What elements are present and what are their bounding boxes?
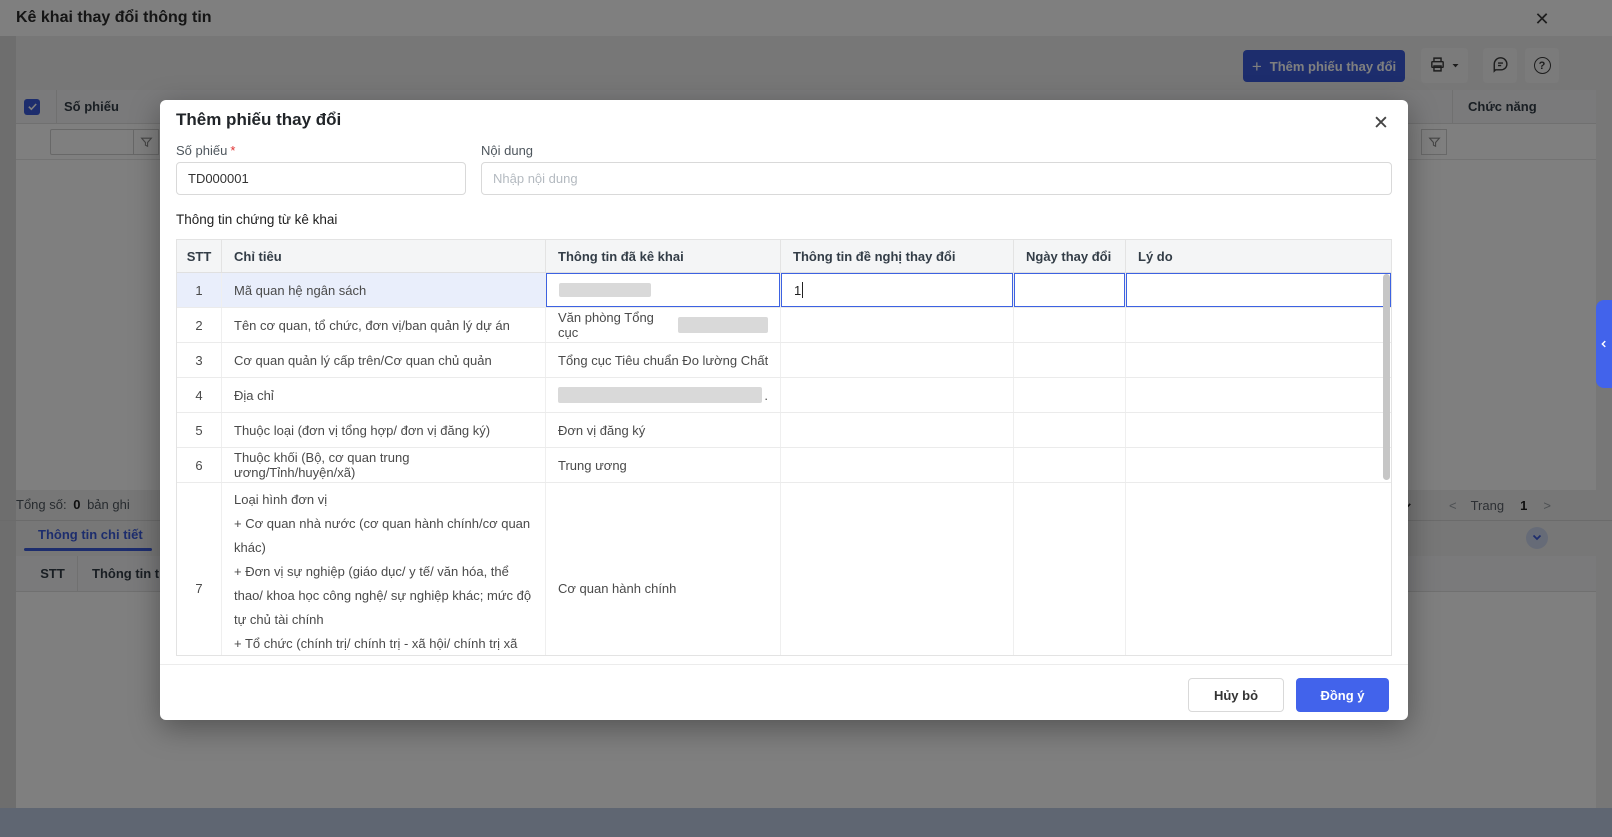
so-phieu-input[interactable] xyxy=(176,162,466,195)
header-de-nghi-thay-doi: Thông tin đề nghị thay đổi xyxy=(781,240,1014,272)
row-label: Mã quan hệ ngân sách xyxy=(222,273,546,307)
table-row: 2 Tên cơ quan, tổ chức, đơn vị/ban quản … xyxy=(177,308,1391,343)
row-stt: 3 xyxy=(177,343,222,377)
expand-side-panel-button[interactable] xyxy=(1596,300,1612,388)
reason-cell[interactable] xyxy=(1126,483,1391,656)
declared-value: Trung ương xyxy=(558,458,627,473)
modal-title: Thêm phiếu thay đổi xyxy=(176,110,341,130)
noi-dung-label: Nội dung xyxy=(481,143,533,158)
row-label: Tên cơ quan, tổ chức, đơn vị/ban quản lý… xyxy=(222,308,546,342)
row-stt: 7 xyxy=(177,483,222,656)
so-phieu-label: Số phiếu* xyxy=(176,143,235,158)
reason-cell[interactable] xyxy=(1126,273,1391,307)
chevron-left-icon xyxy=(1599,337,1609,352)
proposed-cell[interactable] xyxy=(781,448,1014,482)
proposed-value: 1 xyxy=(794,283,801,298)
header-stt: STT xyxy=(177,240,222,272)
cancel-button[interactable]: Hủy bỏ xyxy=(1188,678,1284,712)
add-change-form-modal: Thêm phiếu thay đổi ✕ Số phiếu* Nội dung… xyxy=(160,100,1408,720)
table-row: 5 Thuộc loại (đơn vị tổng hợp/ đơn vị đă… xyxy=(177,413,1391,448)
declared-value: Tổng cục Tiêu chuẩn Đo lường Chất ... xyxy=(558,353,768,368)
redacted-value xyxy=(558,387,762,403)
noi-dung-input[interactable] xyxy=(481,162,1392,195)
text-cursor xyxy=(802,282,803,298)
declared-value: . xyxy=(764,388,768,403)
redacted-value xyxy=(678,317,768,333)
date-cell[interactable] xyxy=(1014,413,1126,447)
date-cell[interactable] xyxy=(1014,273,1126,307)
header-chi-tieu: Chỉ tiêu xyxy=(222,240,546,272)
declared-cell[interactable]: Tổng cục Tiêu chuẩn Đo lường Chất ... xyxy=(546,343,781,377)
table-row: 1 Mã quan hệ ngân sách 1 xyxy=(177,273,1391,308)
confirm-button[interactable]: Đồng ý xyxy=(1296,678,1389,712)
reason-cell[interactable] xyxy=(1126,343,1391,377)
row-label: Thuộc loại (đơn vị tổng hợp/ đơn vị đăng… xyxy=(222,413,546,447)
date-cell[interactable] xyxy=(1014,378,1126,412)
row-label: Thuộc khối (Bộ, cơ quan trung ương/Tỉnh/… xyxy=(222,448,546,482)
declared-cell[interactable] xyxy=(546,273,781,307)
reason-input-focused[interactable] xyxy=(1126,273,1391,307)
declared-value: Đơn vị đăng ký xyxy=(558,423,645,438)
reason-cell[interactable] xyxy=(1126,308,1391,342)
so-phieu-label-text: Số phiếu xyxy=(176,143,227,158)
header-da-ke-khai: Thông tin đã kê khai xyxy=(546,240,781,272)
proposed-cell[interactable] xyxy=(781,413,1014,447)
redacted-value xyxy=(559,283,651,297)
table-row: 3 Cơ quan quản lý cấp trên/Cơ quan chủ q… xyxy=(177,343,1391,378)
modal-close-icon[interactable]: ✕ xyxy=(1368,110,1394,136)
footer-divider xyxy=(160,664,1408,665)
date-cell[interactable] xyxy=(1014,343,1126,377)
declaration-table-header: STT Chỉ tiêu Thông tin đã kê khai Thông … xyxy=(177,240,1391,273)
reason-cell[interactable] xyxy=(1126,378,1391,412)
reason-cell[interactable] xyxy=(1126,413,1391,447)
proposed-cell[interactable]: 1 xyxy=(781,273,1014,307)
row-stt: 6 xyxy=(177,448,222,482)
row-label: Địa chỉ xyxy=(222,378,546,412)
row-stt: 1 xyxy=(177,273,222,307)
row-stt: 2 xyxy=(177,308,222,342)
table-row: 7 Loại hình đơn vị + Cơ quan nhà nước (c… xyxy=(177,483,1391,656)
declared-cell[interactable]: Trung ương xyxy=(546,448,781,482)
proposed-cell[interactable] xyxy=(781,343,1014,377)
header-ly-do: Lý do xyxy=(1126,240,1391,272)
declared-value: Văn phòng Tổng cục xyxy=(558,310,672,340)
header-ngay-thay-doi: Ngày thay đổi xyxy=(1014,240,1126,272)
date-cell[interactable] xyxy=(1014,483,1126,656)
declared-cell[interactable]: Cơ quan hành chính xyxy=(546,483,781,656)
table-row: 4 Địa chỉ . xyxy=(177,378,1391,413)
date-cell[interactable] xyxy=(1014,308,1126,342)
proposed-cell[interactable] xyxy=(781,378,1014,412)
declared-cell[interactable]: Văn phòng Tổng cục xyxy=(546,308,781,342)
row-label: Loại hình đơn vị + Cơ quan nhà nước (cơ … xyxy=(222,483,546,656)
table-row: 6 Thuộc khối (Bộ, cơ quan trung ương/Tỉn… xyxy=(177,448,1391,483)
row-stt: 5 xyxy=(177,413,222,447)
proposed-input-focused[interactable]: 1 xyxy=(781,273,1013,307)
declared-input-focused[interactable] xyxy=(546,273,780,307)
declared-value: Cơ quan hành chính xyxy=(558,581,676,596)
date-input-focused[interactable] xyxy=(1014,273,1125,307)
declaration-table: STT Chỉ tiêu Thông tin đã kê khai Thông … xyxy=(176,239,1392,656)
declared-cell[interactable]: . xyxy=(546,378,781,412)
proposed-cell[interactable] xyxy=(781,483,1014,656)
row-stt: 4 xyxy=(177,378,222,412)
row-label: Cơ quan quản lý cấp trên/Cơ quan chủ quả… xyxy=(222,343,546,377)
declared-cell[interactable]: Đơn vị đăng ký xyxy=(546,413,781,447)
date-cell[interactable] xyxy=(1014,448,1126,482)
reason-cell[interactable] xyxy=(1126,448,1391,482)
required-asterisk: * xyxy=(230,143,235,158)
section-title: Thông tin chứng từ kê khai xyxy=(176,212,337,227)
proposed-cell[interactable] xyxy=(781,308,1014,342)
table-scrollbar[interactable] xyxy=(1383,274,1390,480)
